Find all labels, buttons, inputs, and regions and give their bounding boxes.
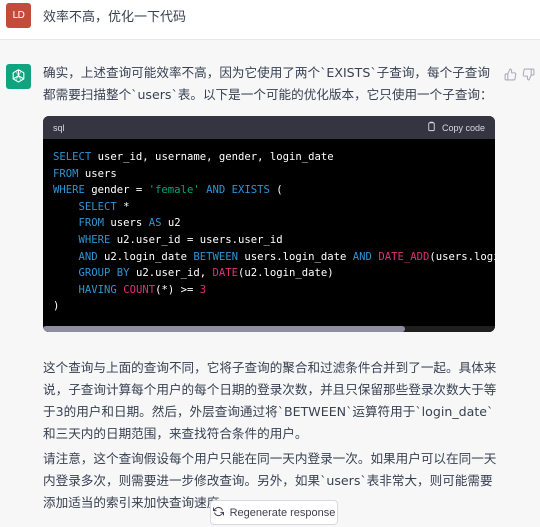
sql-code-content: SELECT user_id, username, gender, login_… [53, 149, 495, 315]
code-line: SELECT * [78, 200, 130, 213]
code-line: AND u2.login_date BETWEEN users.login_da… [78, 250, 495, 263]
regenerate-response-button[interactable]: Regenerate response [210, 500, 338, 525]
code-language-label: sql [53, 122, 65, 133]
code-block: sql Copy code SELECT user_id, username, … [43, 116, 495, 332]
copy-code-button[interactable]: Copy code [426, 121, 485, 134]
response-intro-paragraph: 确实，上述查询可能效率不高，因为它使用了两个`EXISTS`子查询，每个子查询都… [43, 65, 493, 102]
refresh-icon [212, 506, 224, 520]
code-line: HAVING COUNT(*) >= 3 [78, 283, 207, 296]
user-message-text: 效率不高，优化一下代码 [43, 10, 187, 25]
code-line: FROM users AS u2 [78, 217, 181, 230]
code-line: ) [53, 300, 60, 313]
openai-logo-icon [6, 64, 31, 89]
code-line: GROUP BY u2.user_id, DATE(u2.login_date) [78, 267, 334, 280]
user-avatar: LD [6, 3, 31, 28]
thumbs-down-icon[interactable] [520, 66, 536, 82]
code-line: WHERE gender = 'female' AND EXISTS ( [53, 184, 283, 197]
code-line: WHERE u2.user_id = users.user_id [78, 233, 283, 246]
code-line: FROM users [53, 167, 117, 180]
copy-code-label: Copy code [441, 122, 485, 133]
assistant-message-row: 确实，上述查询可能效率不高，因为它使用了两个`EXISTS`子查询，每个子查询都… [0, 40, 540, 527]
user-message-row: LD 效率不高，优化一下代码 [0, 0, 540, 40]
code-scrollbar-thumb[interactable] [43, 326, 405, 332]
code-block-header: sql Copy code [43, 116, 495, 139]
thumbs-up-icon[interactable] [502, 66, 518, 82]
regenerate-label: Regenerate response [229, 506, 336, 519]
code-line: SELECT user_id, username, gender, login_… [53, 151, 334, 163]
clipboard-icon [426, 121, 437, 134]
response-explanation-paragraph: 这个查询与上面的查询不同，它将子查询的聚合和过滤条件合并到了一起。具体来说，子查… [43, 360, 497, 441]
code-scrollbar[interactable] [43, 326, 495, 332]
